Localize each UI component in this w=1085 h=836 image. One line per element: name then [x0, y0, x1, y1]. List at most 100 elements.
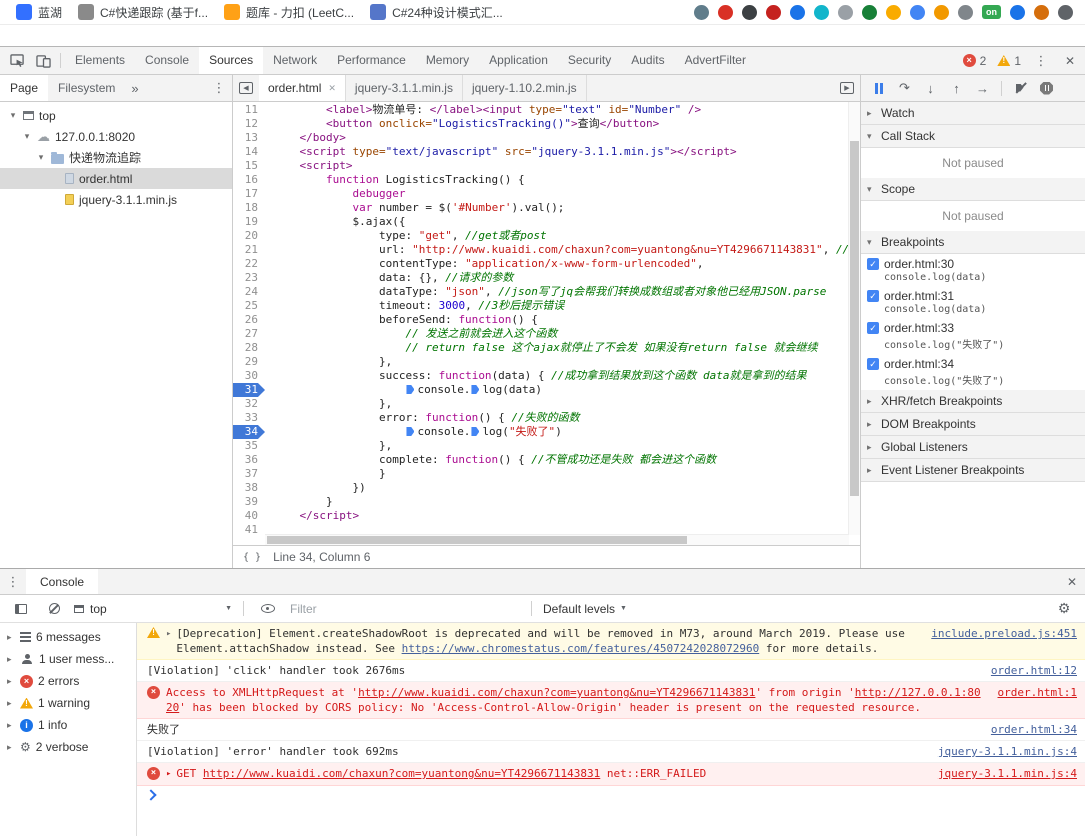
- error-count-badge[interactable]: × 2: [959, 54, 991, 68]
- extension-icon[interactable]: [1010, 5, 1025, 20]
- section-call-stack[interactable]: ▾Call Stack: [861, 125, 1085, 148]
- line-number[interactable]: 27: [233, 327, 265, 341]
- inline-breakpoint-marker[interactable]: [406, 427, 414, 436]
- pause-script-button[interactable]: [867, 77, 890, 99]
- extension-icon[interactable]: [694, 5, 709, 20]
- step-button[interactable]: →: [971, 77, 994, 99]
- navigator-menu-icon[interactable]: ⋮: [210, 80, 228, 96]
- line-number[interactable]: 38: [233, 481, 265, 495]
- breakpoint-entry[interactable]: ✓order.html:31console.log(data): [861, 286, 1085, 318]
- source-link[interactable]: jquery-3.1.1.min.js:4: [938, 744, 1077, 759]
- line-number[interactable]: 31: [233, 383, 265, 397]
- section-breakpoints[interactable]: ▾Breakpoints: [861, 231, 1085, 254]
- section-watch[interactable]: ▸Watch: [861, 102, 1085, 125]
- source-link[interactable]: order.html:34: [991, 722, 1077, 737]
- file-tree-item[interactable]: ▾快递物流追踪: [0, 147, 232, 168]
- line-number[interactable]: 39: [233, 495, 265, 509]
- expand-icon[interactable]: ▸: [166, 627, 171, 642]
- source-link[interactable]: order.html:12: [991, 663, 1077, 678]
- inline-breakpoint-marker[interactable]: [471, 385, 479, 394]
- devtools-tab-network[interactable]: Network: [263, 47, 327, 74]
- extension-icon[interactable]: [790, 5, 805, 20]
- file-tree-item[interactable]: ▾☁127.0.0.1:8020: [0, 126, 232, 147]
- devtools-tab-performance[interactable]: Performance: [327, 47, 416, 74]
- breakpoint-entry[interactable]: ✓order.html:34console.log("失败了"): [861, 354, 1085, 390]
- extension-icon[interactable]: [814, 5, 829, 20]
- clear-console-icon[interactable]: [41, 596, 67, 622]
- deactivate-breakpoints-button[interactable]: [1009, 77, 1032, 99]
- vscroll-thumb[interactable]: [850, 141, 859, 496]
- step-over-button[interactable]: ↷: [893, 77, 916, 99]
- extension-icon[interactable]: [838, 5, 853, 20]
- devtools-tab-console[interactable]: Console: [135, 47, 199, 74]
- tab-close-icon[interactable]: ✕: [328, 83, 336, 94]
- line-number[interactable]: 41: [233, 523, 265, 537]
- hscroll-thumb[interactable]: [267, 536, 687, 544]
- bookmark-item[interactable]: C#24种设计模式汇...: [362, 2, 511, 23]
- console-filter-info[interactable]: ▸i1 info: [0, 714, 136, 736]
- line-number[interactable]: 23: [233, 271, 265, 285]
- console-filter-verbose[interactable]: ▸⚙2 verbose: [0, 736, 136, 758]
- breakpoint-entry[interactable]: ✓order.html:33console.log("失败了"): [861, 318, 1085, 354]
- devtools-tab-memory[interactable]: Memory: [416, 47, 479, 74]
- line-number[interactable]: 21: [233, 243, 265, 257]
- editor-tab[interactable]: jquery-3.1.1.min.js: [346, 75, 463, 101]
- inspect-element-icon[interactable]: [4, 48, 30, 74]
- section-event-listener-breakpoints[interactable]: ▸Event Listener Breakpoints: [861, 459, 1085, 482]
- code-editor[interactable]: 11 <label>物流单号: </label><input type="tex…: [233, 102, 860, 545]
- breakpoint-checkbox[interactable]: ✓: [867, 358, 879, 370]
- bookmark-item[interactable]: C#快递跟踪 (基于f...: [70, 2, 216, 23]
- line-number[interactable]: 34: [233, 425, 265, 439]
- devtools-tab-elements[interactable]: Elements: [65, 47, 135, 74]
- line-number[interactable]: 12: [233, 117, 265, 131]
- line-number[interactable]: 14: [233, 145, 265, 159]
- line-number[interactable]: 30: [233, 369, 265, 383]
- console-filter-user[interactable]: ▸1 user mess...: [0, 648, 136, 670]
- pretty-print-button[interactable]: { }: [243, 552, 261, 563]
- devtools-tab-advertfilter[interactable]: AdvertFilter: [675, 47, 756, 74]
- line-number[interactable]: 40: [233, 509, 265, 523]
- inline-breakpoint-marker[interactable]: [406, 385, 414, 394]
- console-sidebar-toggle-icon[interactable]: [8, 596, 34, 622]
- extension-icon[interactable]: [958, 5, 973, 20]
- breakpoint-entry[interactable]: ✓order.html:30console.log(data): [861, 254, 1085, 286]
- expand-icon[interactable]: ▸: [166, 767, 171, 782]
- more-tabs-button[interactable]: »: [125, 75, 144, 101]
- console-filter-warning[interactable]: ▸!1 warning: [0, 692, 136, 714]
- line-number[interactable]: 17: [233, 187, 265, 201]
- context-selector[interactable]: top ▼: [74, 602, 232, 616]
- devtools-tab-audits[interactable]: Audits: [621, 47, 674, 74]
- bookmark-item[interactable]: 题库 - 力扣 (LeetC...: [216, 2, 362, 23]
- line-number[interactable]: 28: [233, 341, 265, 355]
- editor-hscrollbar[interactable]: [265, 534, 849, 545]
- section-scope[interactable]: ▾Scope: [861, 178, 1085, 201]
- extension-icon[interactable]: [910, 5, 925, 20]
- warning-count-badge[interactable]: ! 1: [993, 54, 1025, 68]
- drawer-close-icon[interactable]: ✕: [1059, 569, 1085, 595]
- file-tree-item[interactable]: order.html: [0, 168, 232, 189]
- line-number[interactable]: 29: [233, 355, 265, 369]
- breakpoint-checkbox[interactable]: ✓: [867, 258, 879, 270]
- drawer-menu-icon[interactable]: ⋮: [0, 574, 26, 590]
- extension-icon[interactable]: [742, 5, 757, 20]
- source-link[interactable]: jquery-3.1.1.min.js:4: [938, 766, 1077, 781]
- line-number[interactable]: 25: [233, 299, 265, 313]
- extension-icon[interactable]: [934, 5, 949, 20]
- console-filter-input[interactable]: [288, 601, 520, 617]
- section-global-listeners[interactable]: ▸Global Listeners: [861, 436, 1085, 459]
- tab-filesystem[interactable]: Filesystem: [48, 75, 125, 101]
- line-number[interactable]: 22: [233, 257, 265, 271]
- extension-icon[interactable]: [886, 5, 901, 20]
- line-number[interactable]: 13: [233, 131, 265, 145]
- breakpoint-checkbox[interactable]: ✓: [867, 322, 879, 334]
- line-number[interactable]: 19: [233, 215, 265, 229]
- open-drawer-icon[interactable]: ▶: [834, 75, 860, 101]
- file-tree-item[interactable]: ▾top: [0, 105, 232, 126]
- log-levels-dropdown[interactable]: Default levels ▼: [543, 602, 627, 616]
- line-number[interactable]: 33: [233, 411, 265, 425]
- extension-icon[interactable]: [1034, 5, 1049, 20]
- live-expression-icon[interactable]: [255, 596, 281, 622]
- extension-icon[interactable]: [1058, 5, 1073, 20]
- extension-icon[interactable]: [718, 5, 733, 20]
- console-settings-icon[interactable]: ⚙: [1051, 596, 1077, 622]
